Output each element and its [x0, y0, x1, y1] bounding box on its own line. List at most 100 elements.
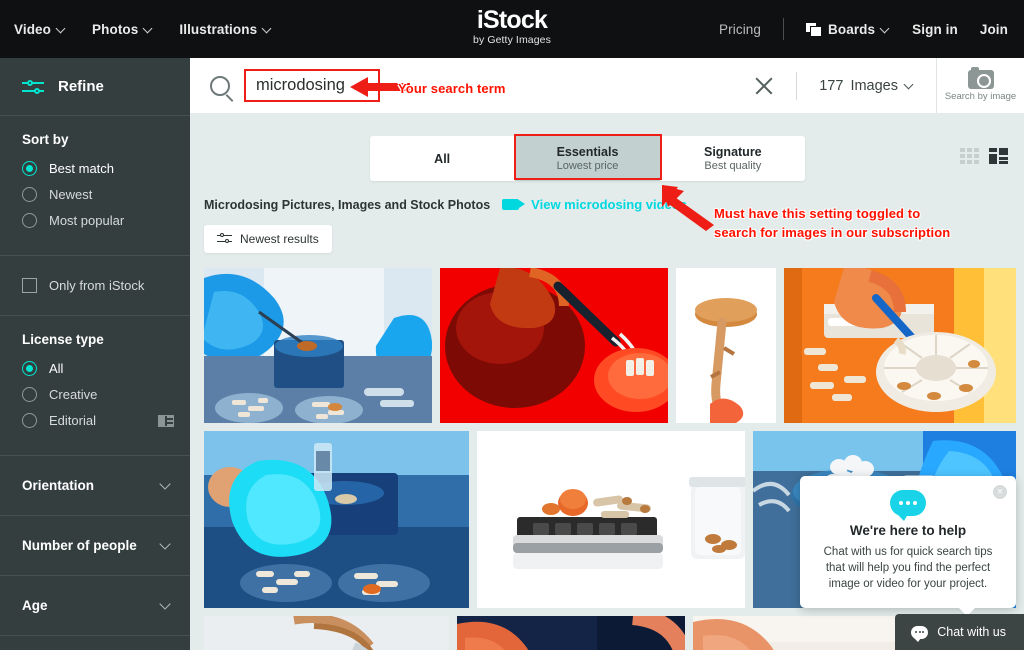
radio-icon: [22, 161, 37, 176]
nav-item-pricing[interactable]: Pricing: [719, 22, 761, 37]
nav-item-video[interactable]: Video: [14, 22, 66, 37]
mosaic-view-icon[interactable]: [989, 148, 1008, 164]
tab-essentials-sub: Lowest price: [556, 160, 619, 172]
boards-icon: [806, 23, 822, 36]
license-option-label: Creative: [49, 387, 98, 402]
nav-item-sign-in[interactable]: Sign in: [912, 22, 958, 37]
sort-option-best-match[interactable]: Best match: [22, 161, 190, 176]
chevron-down-icon: [161, 600, 172, 611]
thumbnail-mushroom-white: [676, 268, 776, 423]
view-mode-toggle: [960, 148, 1008, 164]
search-by-image-button[interactable]: Search by image: [936, 58, 1024, 113]
chat-popup-title: We're here to help: [849, 523, 967, 538]
clear-search-icon[interactable]: [754, 76, 774, 96]
license-option-label: Editorial: [49, 413, 96, 428]
grid-view-icon[interactable]: [960, 148, 979, 164]
nav-illustrations-label: Illustrations: [179, 21, 258, 37]
checkbox-icon: [22, 278, 37, 293]
thumbnail-red-finger: [440, 268, 668, 423]
search-divider: [796, 71, 798, 100]
tab-all[interactable]: All: [370, 136, 514, 181]
sort-option-label: Best match: [49, 161, 115, 176]
license-option-editorial[interactable]: Editorial: [22, 413, 190, 428]
tab-signature-label: Signature: [703, 145, 762, 159]
tab-essentials[interactable]: Essentials Lowest price: [515, 136, 660, 181]
chat-bubble-icon: [890, 490, 926, 521]
results-content-area: All Essentials Lowest price Signature Be…: [190, 113, 1024, 650]
image-result-tile[interactable]: [204, 616, 449, 650]
image-result-tile[interactable]: [784, 268, 1016, 423]
refine-header[interactable]: Refine: [0, 58, 190, 116]
license-option-label: All: [49, 361, 64, 376]
only-from-istock-label: Only from iStock: [49, 278, 145, 293]
nav-boards-label: Boards: [828, 21, 876, 37]
sort-by-section: Sort by Best match Newest Most popular: [0, 116, 190, 256]
image-result-tile[interactable]: [457, 616, 685, 650]
license-type-section: License type All Creative Editorial: [0, 316, 190, 456]
thumbnail-lab-blue: [204, 268, 432, 423]
radio-icon: [22, 387, 37, 402]
media-type-selector[interactable]: 177 Images: [819, 78, 914, 94]
image-count: 177: [819, 77, 844, 94]
chat-popup-body: Chat with us for quick search tips that …: [823, 546, 993, 590]
chevron-down-icon: [144, 24, 153, 33]
essentials-arrow: [662, 185, 714, 231]
sort-option-label: Most popular: [49, 213, 125, 228]
search-by-image-label: Search by image: [944, 90, 1017, 102]
sort-option-most-popular[interactable]: Most popular: [22, 213, 190, 228]
results-heading-row: Microdosing Pictures, Images and Stock P…: [204, 197, 687, 212]
chevron-down-icon: [905, 80, 914, 89]
editorial-newspaper-icon: [158, 414, 174, 427]
image-result-tile[interactable]: [204, 268, 432, 423]
sort-option-newest[interactable]: Newest: [22, 187, 190, 202]
chevron-down-icon: [881, 24, 890, 33]
nav-photos-label: Photos: [92, 21, 139, 37]
tab-signature-sub: Best quality: [704, 160, 762, 172]
primary-nav-links: Video Photos Illustrations: [0, 22, 272, 37]
chat-with-us-button[interactable]: Chat with us: [895, 614, 1024, 650]
thumbnail-grey-hand: [204, 616, 449, 650]
video-camera-icon: [502, 199, 526, 210]
nav-item-illustrations[interactable]: Illustrations: [179, 22, 272, 37]
only-from-istock-checkbox[interactable]: Only from iStock: [22, 278, 190, 293]
only-from-istock-section: Only from iStock: [0, 256, 190, 316]
license-option-all[interactable]: All: [22, 361, 190, 376]
image-result-tile[interactable]: [676, 268, 776, 423]
sidebar-item-age[interactable]: Age: [0, 576, 190, 636]
image-result-tile[interactable]: [440, 268, 668, 423]
sort-by-title: Sort by: [22, 132, 69, 147]
sliders-icon: [22, 79, 44, 95]
license-tier-tabs: All Essentials Lowest price Signature Be…: [370, 136, 805, 181]
chat-popup: × We're here to help Chat with us for qu…: [800, 476, 1016, 616]
search-bar: 177 Images Search by image: [190, 58, 1024, 113]
radio-icon: [22, 187, 37, 202]
secondary-nav-links: Pricing Boards Sign in Join: [719, 18, 1024, 40]
sort-option-label: Newest: [49, 187, 93, 202]
tab-signature[interactable]: Signature Best quality: [661, 136, 805, 181]
radio-icon: [22, 213, 37, 228]
chevron-down-icon: [57, 24, 66, 33]
age-label: Age: [22, 598, 48, 613]
sidebar-item-ethnicity[interactable]: Ethnicity: [0, 636, 190, 650]
close-icon[interactable]: ×: [993, 485, 1007, 499]
sidebar-item-number-of-people[interactable]: Number of people: [0, 516, 190, 576]
sliders-icon: [217, 233, 232, 245]
nav-item-photos[interactable]: Photos: [92, 22, 153, 37]
top-navigation-bar: Video Photos Illustrations iStock by Get…: [0, 0, 1024, 58]
newest-results-button[interactable]: Newest results: [204, 225, 332, 253]
license-option-creative[interactable]: Creative: [22, 387, 190, 402]
chat-bubble-icon: [911, 625, 929, 642]
sidebar-item-orientation[interactable]: Orientation: [0, 456, 190, 516]
chevron-down-icon: [263, 24, 272, 33]
search-term-annotation: Your search term: [398, 81, 506, 96]
chat-with-us-label: Chat with us: [937, 625, 1006, 639]
thumbnail-dark-red: [457, 616, 685, 650]
refine-sidebar: Refine Sort by Best match Newest Most po…: [0, 58, 190, 650]
chevron-down-icon: [161, 540, 172, 551]
nav-item-join[interactable]: Join: [980, 22, 1008, 37]
thumbnail-blue-glove: [204, 431, 469, 608]
nav-item-boards[interactable]: Boards: [806, 22, 890, 37]
image-result-tile[interactable]: [204, 431, 469, 608]
image-result-tile[interactable]: [477, 431, 745, 608]
newest-results-label: Newest results: [240, 232, 319, 246]
